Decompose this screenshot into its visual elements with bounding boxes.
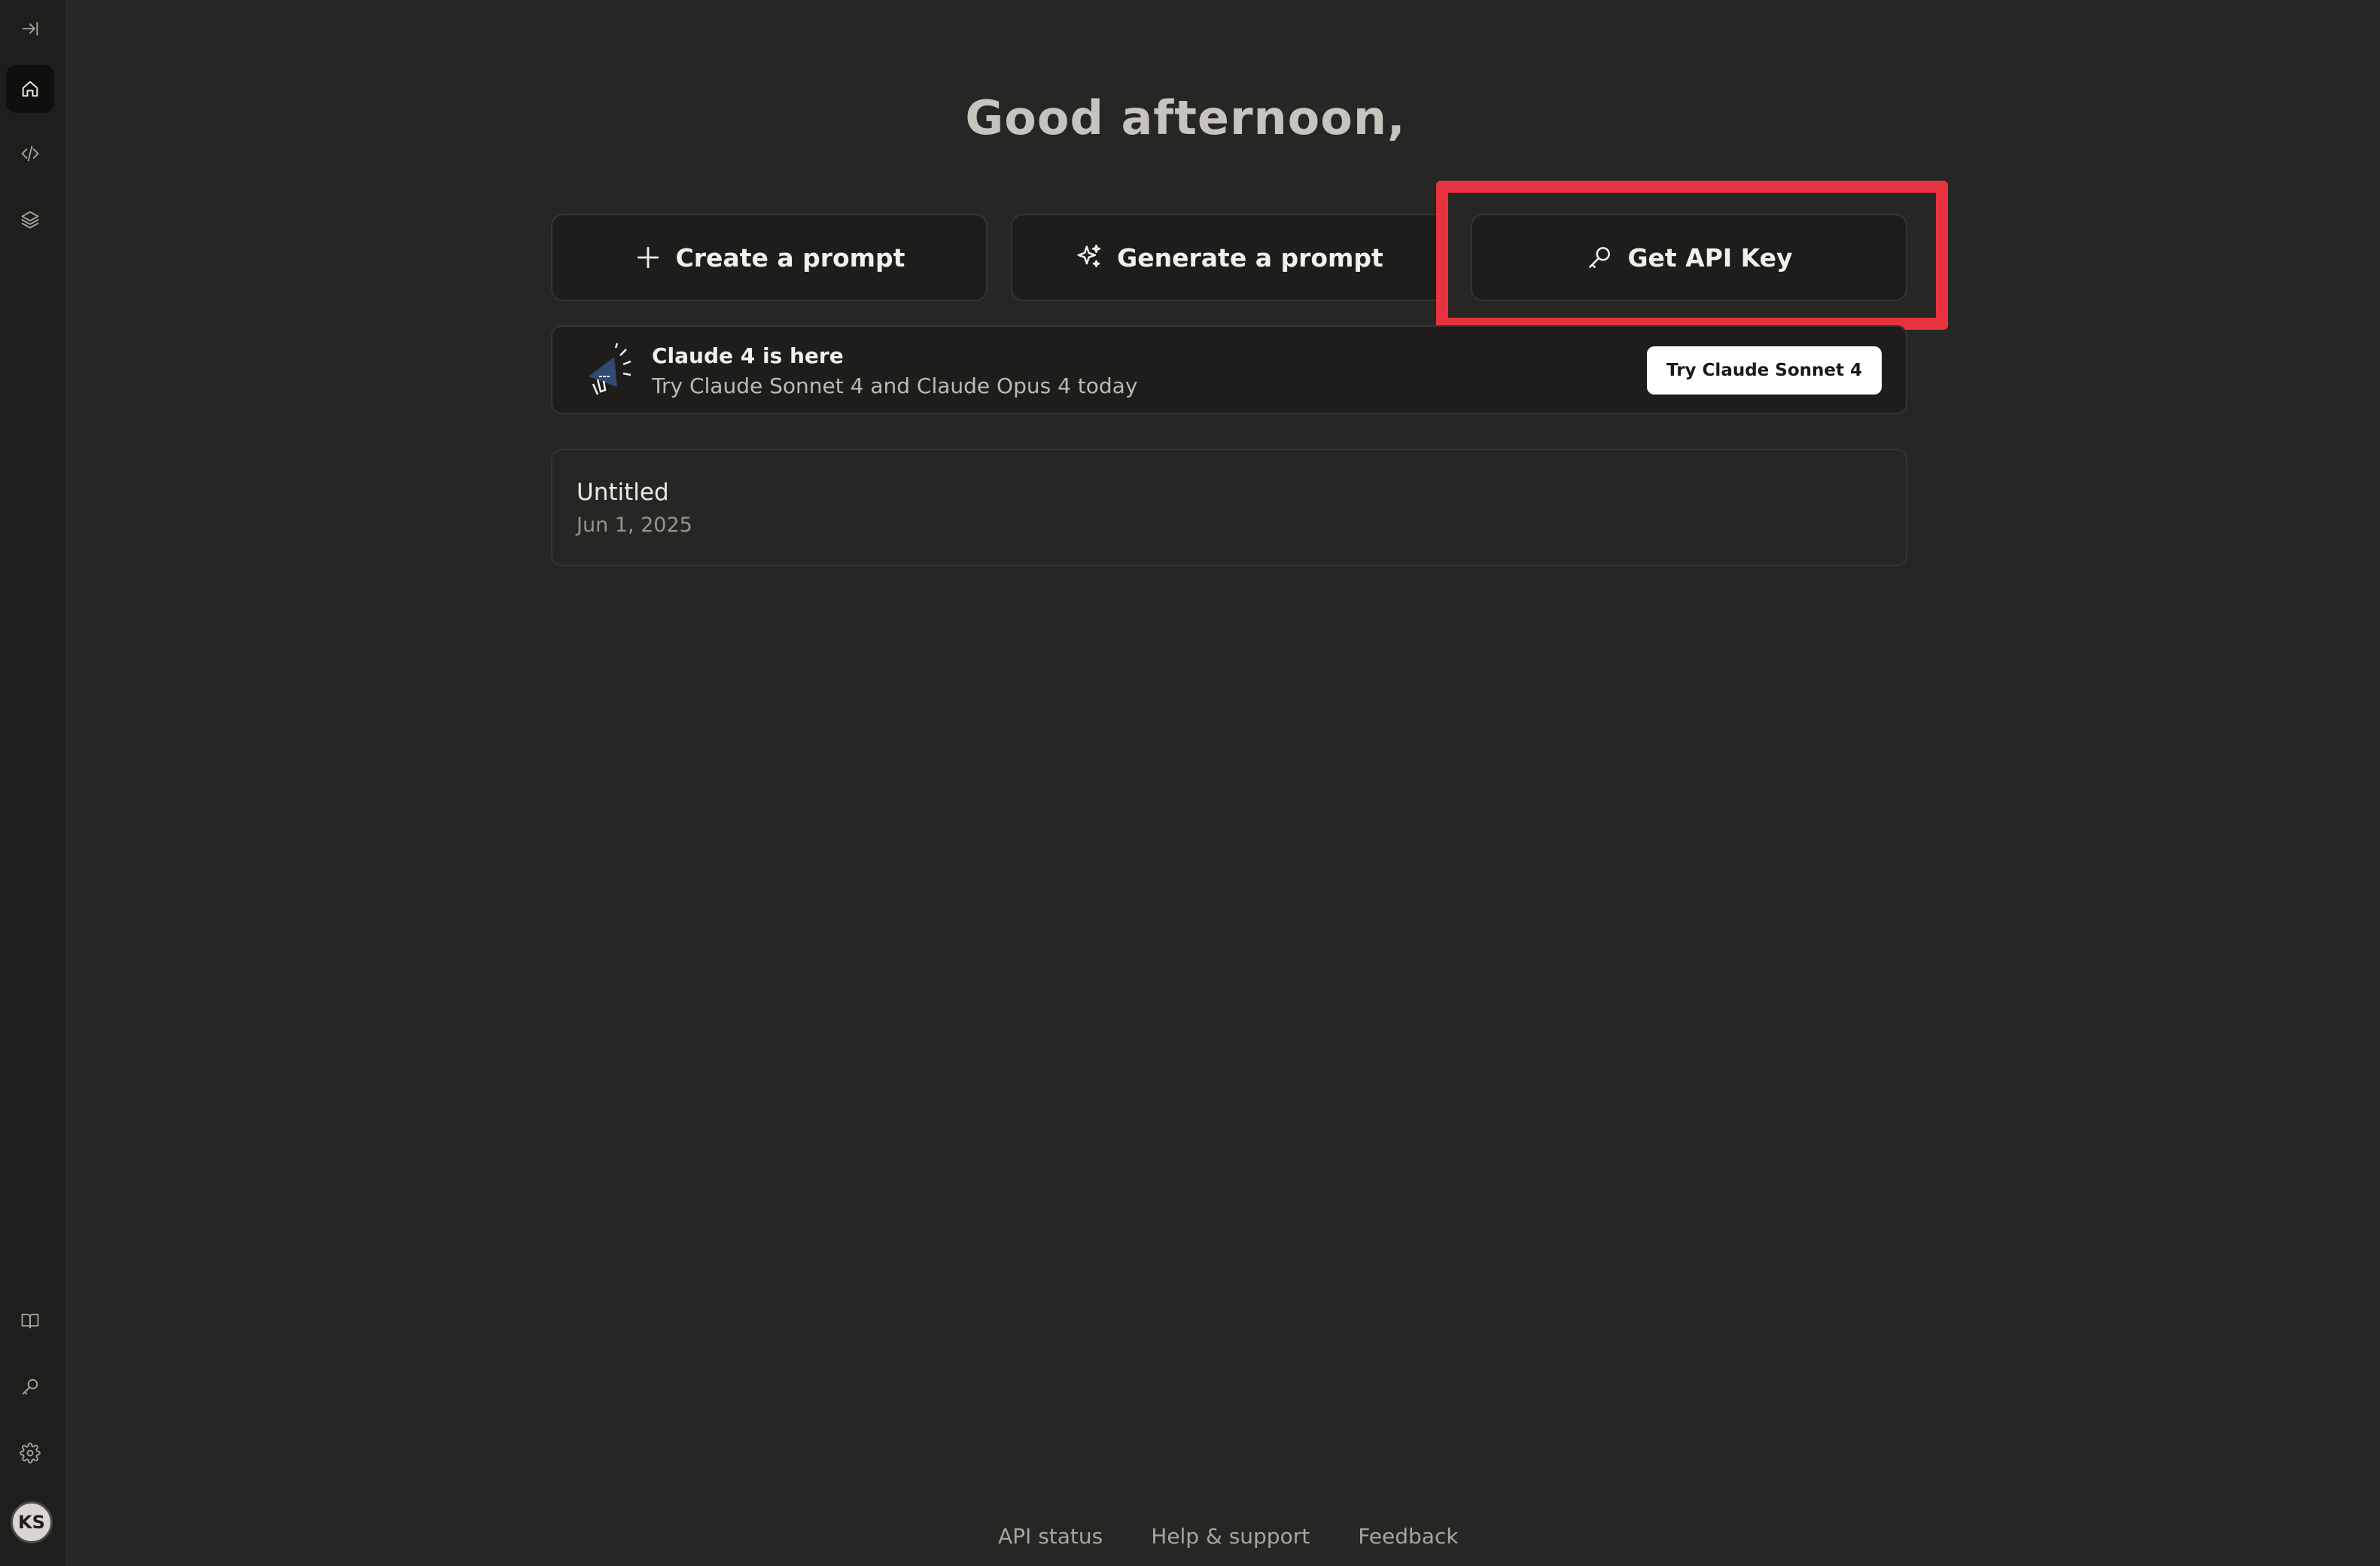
- generate-prompt-label: Generate a prompt: [1117, 242, 1383, 273]
- highlight-box: [1436, 181, 1948, 330]
- expand-sidebar-button[interactable]: [6, 5, 54, 53]
- generate-prompt-button[interactable]: Generate a prompt: [1011, 214, 1447, 301]
- plus-icon: [637, 246, 659, 269]
- try-claude-sonnet-button[interactable]: Try Claude Sonnet 4: [1647, 346, 1882, 395]
- api-status-link[interactable]: API status: [998, 1524, 1103, 1549]
- nav-settings[interactable]: [6, 1429, 54, 1477]
- avatar[interactable]: KS: [11, 1501, 53, 1543]
- nav-home[interactable]: [6, 65, 54, 113]
- greeting: Good afternoon,: [965, 90, 1406, 145]
- announcement-title: Claude 4 is here: [652, 343, 844, 368]
- book-icon: [21, 1313, 39, 1329]
- help-support-link[interactable]: Help & support: [1151, 1524, 1310, 1549]
- footer: API status Help & support Feedback: [998, 1524, 1459, 1549]
- announcement-subtitle: Try Claude Sonnet 4 and Claude Opus 4 to…: [652, 373, 1138, 398]
- layers-icon: [21, 211, 39, 229]
- home-icon: [22, 81, 38, 97]
- create-prompt-label: Create a prompt: [675, 242, 905, 273]
- feedback-link[interactable]: Feedback: [1358, 1524, 1458, 1549]
- nav-layers[interactable]: [6, 196, 54, 244]
- expand-sidebar-icon: [22, 21, 38, 36]
- sidebar: KS: [0, 0, 66, 1566]
- prompt-date: Jun 1, 2025: [577, 513, 692, 537]
- megaphone-icon: [589, 343, 632, 395]
- announcement-banner: Claude 4 is here Try Claude Sonnet 4 and…: [551, 325, 1907, 414]
- sparkle-icon: [1077, 244, 1101, 267]
- create-prompt-button[interactable]: Create a prompt: [551, 214, 988, 301]
- key-icon: [22, 1379, 38, 1395]
- gear-icon: [20, 1443, 41, 1464]
- nav-workbench[interactable]: [6, 129, 54, 178]
- nav-api-keys[interactable]: [6, 1363, 54, 1411]
- prompt-title: Untitled: [577, 479, 669, 506]
- nav-docs[interactable]: [6, 1296, 54, 1345]
- code-icon: [21, 145, 39, 162]
- recent-prompt-card[interactable]: Untitled Jun 1, 2025: [551, 449, 1907, 566]
